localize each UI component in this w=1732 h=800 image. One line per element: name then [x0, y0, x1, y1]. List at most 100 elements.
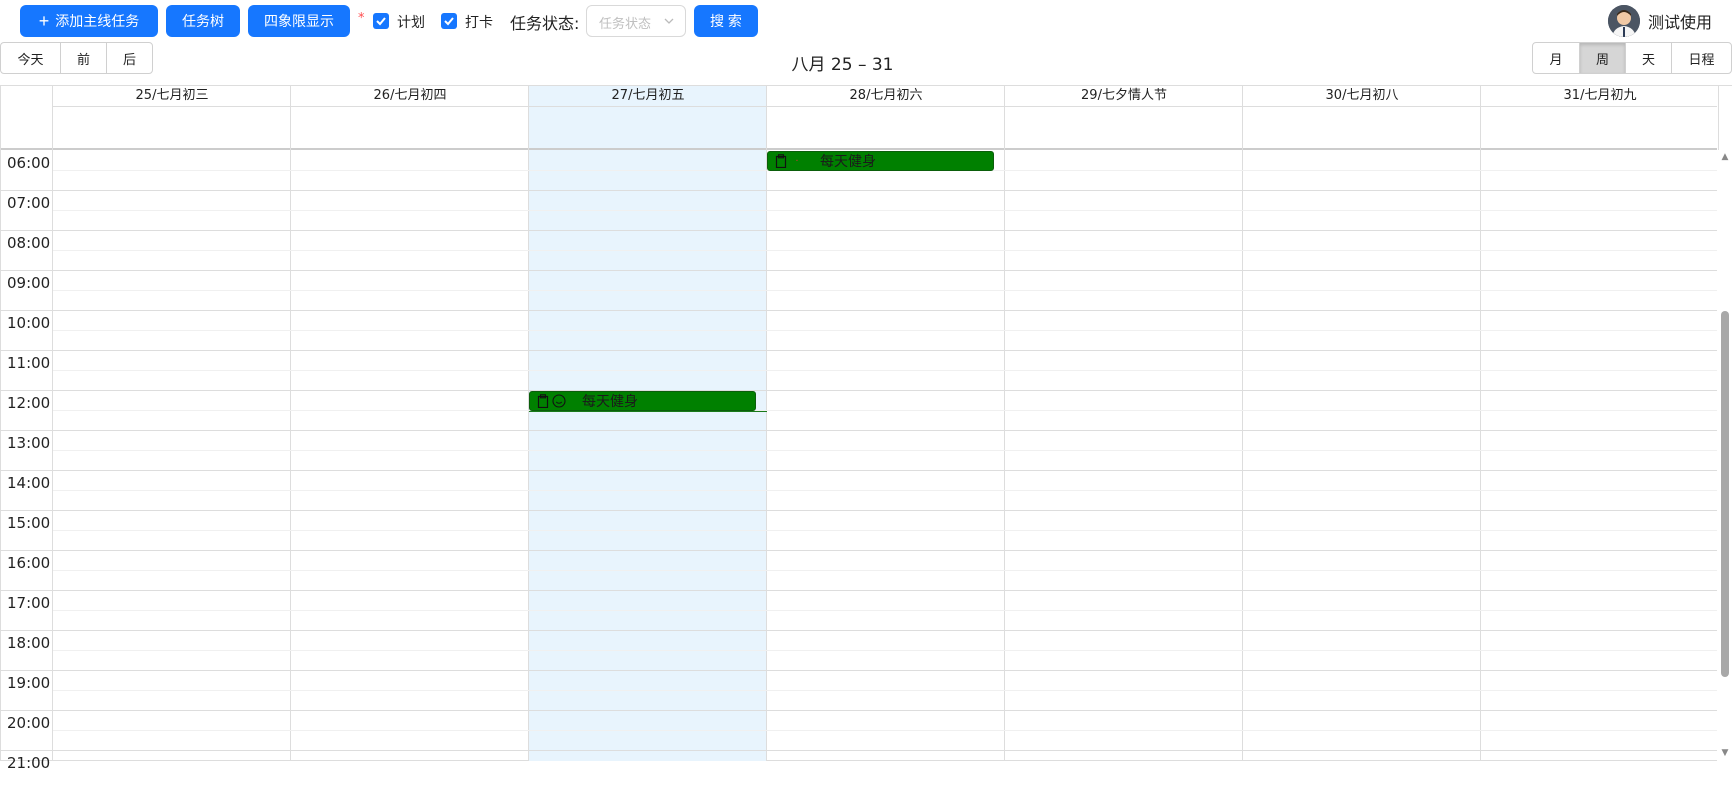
required-mark: * [358, 11, 365, 26]
time-slot-label: 20:00 [7, 714, 51, 732]
day-header[interactable]: 25/七月初三 [53, 86, 291, 106]
next-button[interactable]: 后 [107, 43, 152, 73]
time-slot-label: 11:00 [7, 354, 51, 372]
column-divider [1004, 86, 1005, 761]
scroll-up-icon[interactable]: ▲ [1719, 152, 1731, 162]
column-divider [1480, 86, 1481, 761]
hour-line [1, 590, 1717, 591]
half-hour-line [53, 690, 1717, 691]
column-divider [52, 86, 53, 761]
user-menu[interactable]: 测试使用 [1608, 4, 1712, 38]
calendar-event[interactable]: · 每天健身 [767, 151, 994, 171]
hour-line [1, 430, 1717, 431]
hour-line [1, 470, 1717, 471]
time-slot-label: 08:00 [7, 234, 51, 252]
day-header[interactable]: 31/七月初九 [1481, 86, 1719, 106]
time-slot-label: 21:00 [7, 754, 51, 772]
half-hour-line [53, 530, 1717, 531]
hour-line [1, 550, 1717, 551]
scroll-down-icon[interactable]: ▼ [1719, 748, 1731, 758]
view-month-button[interactable]: 月 [1533, 43, 1580, 73]
hour-line [1, 630, 1717, 631]
column-divider [1242, 86, 1243, 761]
plus-icon: + [38, 11, 50, 31]
task-tree-button[interactable]: 任务树 [166, 5, 240, 37]
today-button[interactable]: 今天 [1, 43, 61, 73]
today-column-highlight [528, 86, 766, 761]
time-slot-label: 18:00 [7, 634, 51, 652]
hour-line [1, 750, 1717, 751]
half-hour-line [53, 650, 1717, 651]
calendar-event[interactable]: 每天健身 [529, 391, 756, 411]
time-slot-label: 19:00 [7, 674, 51, 692]
event-title: 每天健身 [820, 154, 876, 170]
allday-divider [1, 148, 1717, 150]
day-header[interactable]: 29/七夕情人节 [1005, 86, 1243, 106]
view-day-button[interactable]: 天 [1626, 43, 1672, 73]
column-divider [528, 86, 529, 761]
hour-line [1, 710, 1717, 711]
add-main-task-label: 添加主线任务 [55, 13, 140, 29]
punch-checkbox-label: 打卡 [465, 15, 493, 31]
punch-checkbox[interactable] [441, 13, 457, 29]
dot-icon: · [795, 155, 799, 167]
clipboard-icon [536, 394, 550, 408]
day-header[interactable]: 30/七月初八 [1243, 86, 1481, 106]
view-switch-group: 月 周 天 日程 [1532, 42, 1732, 74]
chevron-down-icon [664, 18, 674, 24]
time-slot-label: 14:00 [7, 474, 51, 492]
half-hour-line [53, 250, 1717, 251]
time-slot-label: 15:00 [7, 514, 51, 532]
quadrant-view-button[interactable]: 四象限显示 [248, 5, 350, 37]
week-calendar: 25/七月初三 26/七月初四 27/七月初五 28/七月初六 29/七夕情人节 30/七… [0, 85, 1732, 772]
user-avatar-icon [1608, 5, 1640, 37]
hour-line [1, 310, 1717, 311]
day-header[interactable]: 26/七月初四 [291, 86, 529, 106]
half-hour-line [53, 490, 1717, 491]
time-slot-label: 16:00 [7, 554, 51, 572]
column-divider [766, 86, 767, 761]
half-hour-line [53, 730, 1717, 731]
check-icon [376, 17, 386, 26]
half-hour-line [53, 210, 1717, 211]
view-agenda-button[interactable]: 日程 [1672, 43, 1731, 73]
half-hour-line [53, 450, 1717, 451]
event-underline [529, 411, 767, 412]
prev-button[interactable]: 前 [61, 43, 107, 73]
half-hour-line [53, 410, 1717, 411]
add-main-task-button[interactable]: + 添加主线任务 [20, 5, 158, 37]
task-status-select[interactable]: 任务状态 [586, 5, 686, 37]
time-slot-label: 07:00 [7, 194, 51, 212]
day-header[interactable]: 27/七月初五 [529, 86, 767, 106]
half-hour-line [53, 370, 1717, 371]
time-slot-label: 10:00 [7, 314, 51, 332]
header-divider [53, 106, 1717, 107]
half-hour-line [53, 330, 1717, 331]
day-header[interactable]: 28/七月初六 [767, 86, 1005, 106]
time-slot-label: 17:00 [7, 594, 51, 612]
half-hour-line [53, 570, 1717, 571]
hour-line [1, 510, 1717, 511]
hour-line [1, 230, 1717, 231]
plan-checkbox-label: 计划 [397, 15, 425, 31]
time-slot-label: 09:00 [7, 274, 51, 292]
hour-line [1, 270, 1717, 271]
task-status-label: 任务状态: [510, 14, 580, 33]
half-hour-line [53, 290, 1717, 291]
hour-line [1, 350, 1717, 351]
time-slot-label: 13:00 [7, 434, 51, 452]
task-status-placeholder: 任务状态 [599, 17, 652, 32]
view-week-button[interactable]: 周 [1580, 43, 1626, 73]
column-divider [290, 86, 291, 761]
hour-line [1, 390, 1717, 391]
date-nav-group: 今天 前 后 [0, 42, 153, 74]
plan-checkbox[interactable] [373, 13, 389, 29]
time-slot-label: 12:00 [7, 394, 51, 412]
smile-icon [552, 394, 566, 408]
half-hour-line [53, 610, 1717, 611]
check-icon [444, 17, 454, 26]
scrollbar-thumb[interactable] [1721, 311, 1729, 677]
hour-line [1, 670, 1717, 671]
search-button[interactable]: 搜 索 [694, 5, 758, 37]
date-range-title: 八月 25 – 31 [791, 55, 894, 75]
